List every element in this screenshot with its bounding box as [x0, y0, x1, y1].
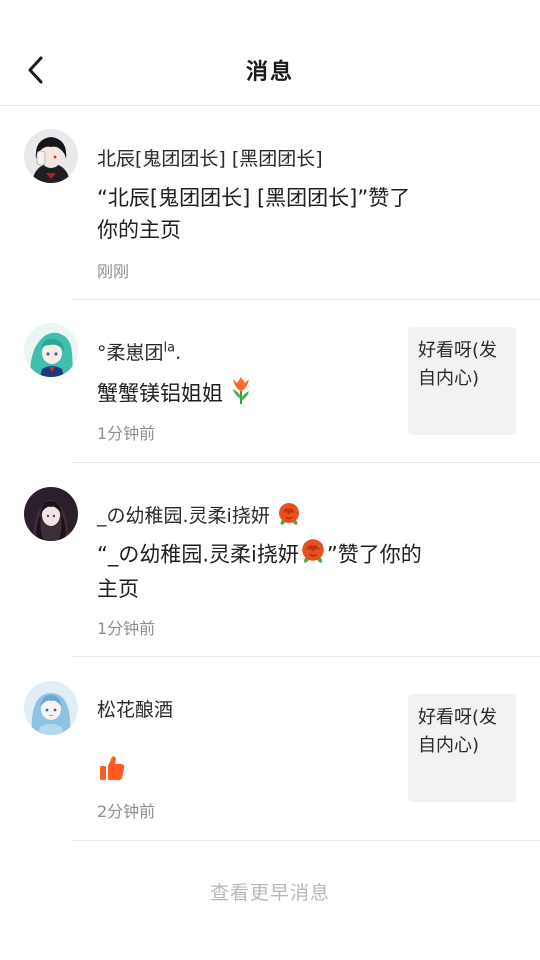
sender-name[interactable]: 松花酿酒	[97, 695, 173, 722]
top-bar: 消息	[0, 0, 540, 106]
message-content: “_の幼稚园.灵柔i挠妍 ”赞了你的 主页	[97, 538, 422, 605]
timestamp: 1分钟前	[97, 619, 156, 638]
timestamp: 2分钟前	[97, 802, 156, 821]
timestamp: 刚刚	[97, 262, 130, 281]
avatar[interactable]	[24, 129, 78, 183]
thumbs-up-icon	[97, 753, 127, 792]
sender-name-text: _の幼稚园.灵柔i挠妍	[97, 505, 270, 527]
timestamp: 1分钟前	[97, 424, 156, 443]
sender-name-suffix: la	[163, 340, 176, 356]
message-item[interactable]: 北辰[鬼团团长] [黑团团长] “北辰[鬼团团长] [黑团团长]”赞了 你的主页…	[0, 106, 540, 300]
message-content-line: 主页	[97, 577, 139, 601]
message-content: 蟹蟹镁铝姐姐	[97, 375, 252, 414]
message-item[interactable]: _の幼稚园.灵柔i挠妍 “_の幼稚园.灵柔i挠妍 ”赞了你的 主页 1分钟前	[0, 463, 540, 657]
avatar[interactable]	[24, 681, 78, 735]
page-title: 消息	[245, 60, 294, 85]
quoted-comment[interactable]: 好看呀(发自内心)	[408, 694, 516, 802]
divider	[72, 840, 540, 841]
sender-name[interactable]: _の幼稚园.灵柔i挠妍	[97, 501, 302, 531]
message-content: “北辰[鬼团团长] [黑团团长]”赞了 你的主页	[97, 182, 410, 246]
quoted-comment[interactable]: 好看呀(发自内心)	[408, 327, 516, 435]
message-content-line: “_の幼稚园.灵柔i挠妍 ”赞了你的	[97, 538, 422, 573]
message-item[interactable]: 松花酿酒 2分钟前 好看呀(发自内心)	[0, 657, 540, 842]
message-content-text: 蟹蟹镁铝姐姐	[97, 381, 223, 406]
message-content-line: 你的主页	[97, 218, 181, 242]
rose-icon	[276, 502, 302, 531]
message-item[interactable]: °柔崽团la. 蟹蟹镁铝姐姐 1分钟前 好看呀(发自内心)	[0, 300, 540, 463]
message-content	[97, 753, 127, 792]
view-earlier-messages-link[interactable]: 查看更早消息	[0, 878, 540, 905]
rose-icon	[299, 538, 327, 573]
messages-screen: 消息 北辰[鬼团团长] [黑团团长] “北辰[鬼团团长] [黑团团长]”赞了 你…	[0, 0, 540, 960]
sender-name-text: °柔崽团	[97, 342, 164, 364]
message-content-text: ”赞了你的	[326, 542, 422, 567]
avatar[interactable]	[24, 487, 78, 541]
sender-name[interactable]: °柔崽团la.	[97, 338, 181, 365]
tulip-icon	[230, 375, 252, 414]
message-content-text: “_の幼稚园.灵柔i挠妍	[97, 542, 299, 567]
avatar[interactable]	[24, 323, 78, 377]
sender-name-dot: .	[175, 342, 182, 364]
message-content-line: “北辰[鬼团团长] [黑团团长]”赞了	[97, 186, 411, 210]
sender-name[interactable]: 北辰[鬼团团长] [黑团团长]	[97, 144, 323, 171]
